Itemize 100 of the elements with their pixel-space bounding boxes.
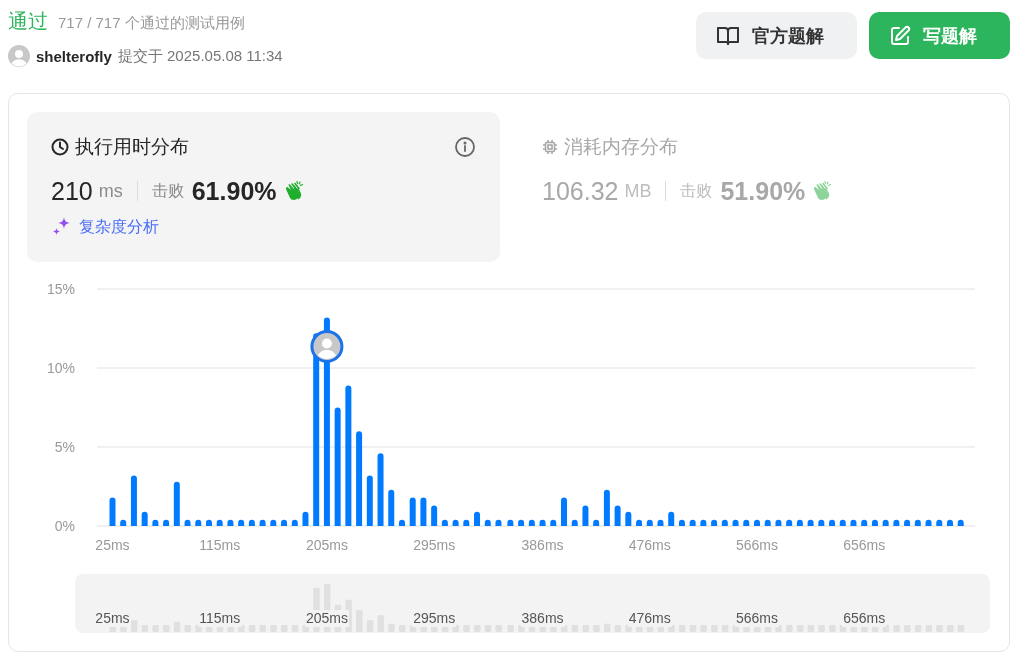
bar[interactable] xyxy=(248,519,255,526)
bar[interactable] xyxy=(259,519,266,526)
bar[interactable] xyxy=(539,519,546,526)
bar[interactable] xyxy=(334,407,341,526)
bar[interactable] xyxy=(399,519,405,526)
bar[interactable] xyxy=(593,519,600,526)
overview-axis-label: 476ms xyxy=(627,610,672,627)
complexity-analysis-link[interactable]: 复杂度分析 xyxy=(79,216,159,238)
bar[interactable] xyxy=(882,519,889,526)
bar[interactable] xyxy=(925,519,932,526)
bar[interactable] xyxy=(409,497,416,526)
bar[interactable] xyxy=(227,519,234,526)
bar[interactable] xyxy=(141,511,148,526)
bar[interactable] xyxy=(786,519,793,526)
bar[interactable] xyxy=(861,519,868,526)
unit-label: MB xyxy=(624,180,652,202)
bar[interactable] xyxy=(291,519,298,526)
bar[interactable] xyxy=(441,519,448,526)
bar[interactable] xyxy=(120,519,127,526)
bar[interactable] xyxy=(603,489,610,526)
bar[interactable] xyxy=(281,519,288,526)
bar[interactable] xyxy=(947,519,953,526)
bar[interactable] xyxy=(195,519,202,526)
bar[interactable] xyxy=(764,519,771,526)
info-icon[interactable] xyxy=(454,136,476,158)
bar[interactable] xyxy=(636,519,643,526)
x-axis-label: 115ms xyxy=(199,537,241,553)
bar[interactable] xyxy=(345,385,352,526)
bar[interactable] xyxy=(152,519,159,526)
bar[interactable] xyxy=(302,511,309,526)
overview-axis-label: 386ms xyxy=(520,610,565,627)
bar[interactable] xyxy=(936,519,943,526)
bar[interactable] xyxy=(678,519,685,526)
bar[interactable] xyxy=(904,519,911,526)
bar[interactable] xyxy=(657,519,664,526)
bar[interactable] xyxy=(582,505,589,526)
bar[interactable] xyxy=(163,519,170,526)
book-icon xyxy=(716,25,740,46)
memory-value: 106.32 xyxy=(542,176,619,206)
bar[interactable] xyxy=(528,519,535,526)
bar[interactable] xyxy=(614,505,621,526)
bar[interactable] xyxy=(818,519,825,526)
bar[interactable] xyxy=(957,519,964,526)
bar[interactable] xyxy=(914,519,921,526)
bar[interactable] xyxy=(743,519,750,526)
bar[interactable] xyxy=(109,497,116,526)
bar[interactable] xyxy=(871,519,878,526)
bar[interactable] xyxy=(377,453,384,526)
bar[interactable] xyxy=(431,505,438,526)
bar[interactable] xyxy=(754,519,760,526)
bar[interactable] xyxy=(721,519,728,526)
beats-label: 击败 xyxy=(151,180,184,201)
x-axis-label: 295ms xyxy=(413,537,456,553)
bar[interactable] xyxy=(711,519,718,526)
bar[interactable] xyxy=(356,431,363,526)
bar[interactable] xyxy=(571,519,578,526)
bar[interactable] xyxy=(775,519,782,526)
bar[interactable] xyxy=(270,519,277,526)
x-axis-label: 476ms xyxy=(628,537,671,553)
beats-percentage: 51.90% xyxy=(720,176,806,206)
bar[interactable] xyxy=(173,481,180,526)
clock-icon xyxy=(51,138,69,156)
bar[interactable] xyxy=(518,519,525,526)
bar[interactable] xyxy=(484,519,491,526)
bar[interactable] xyxy=(829,519,836,526)
bar[interactable] xyxy=(507,519,514,526)
runtime-distribution-tab[interactable]: 执行用时分布 xyxy=(75,134,189,160)
bar[interactable] xyxy=(689,519,696,526)
bar[interactable] xyxy=(495,519,502,526)
bar[interactable] xyxy=(550,519,557,526)
bar[interactable] xyxy=(366,475,373,526)
username[interactable]: shelterofly xyxy=(36,47,112,65)
overview-axis-label: 566ms xyxy=(734,610,779,627)
bar[interactable] xyxy=(796,519,803,526)
official-solution-button[interactable]: 官方题解 xyxy=(696,12,857,59)
bar[interactable] xyxy=(893,519,900,526)
bar[interactable] xyxy=(238,519,245,526)
bar[interactable] xyxy=(646,519,653,526)
bar[interactable] xyxy=(452,519,459,526)
bar[interactable] xyxy=(625,511,632,526)
x-axis-label: 25ms xyxy=(95,537,130,553)
bar[interactable] xyxy=(561,497,567,526)
overview-axis-label: 295ms xyxy=(412,610,457,627)
bar[interactable] xyxy=(130,475,137,526)
bar[interactable] xyxy=(668,511,675,526)
overview-axis-label: 205ms xyxy=(304,610,349,627)
bar[interactable] xyxy=(732,519,739,526)
submission-time: 提交于 2025.05.08 11:34 xyxy=(117,46,283,66)
bar[interactable] xyxy=(807,519,814,526)
bar[interactable] xyxy=(388,489,395,526)
bar[interactable] xyxy=(474,511,481,526)
bar[interactable] xyxy=(463,519,470,526)
bar[interactable] xyxy=(700,519,707,526)
bar[interactable] xyxy=(850,519,857,526)
overview-axis-label: 656ms xyxy=(842,610,887,627)
bar[interactable] xyxy=(184,519,191,526)
bar[interactable] xyxy=(420,497,427,526)
bar[interactable] xyxy=(216,519,223,526)
bar[interactable] xyxy=(206,519,212,526)
bar[interactable] xyxy=(839,519,846,526)
